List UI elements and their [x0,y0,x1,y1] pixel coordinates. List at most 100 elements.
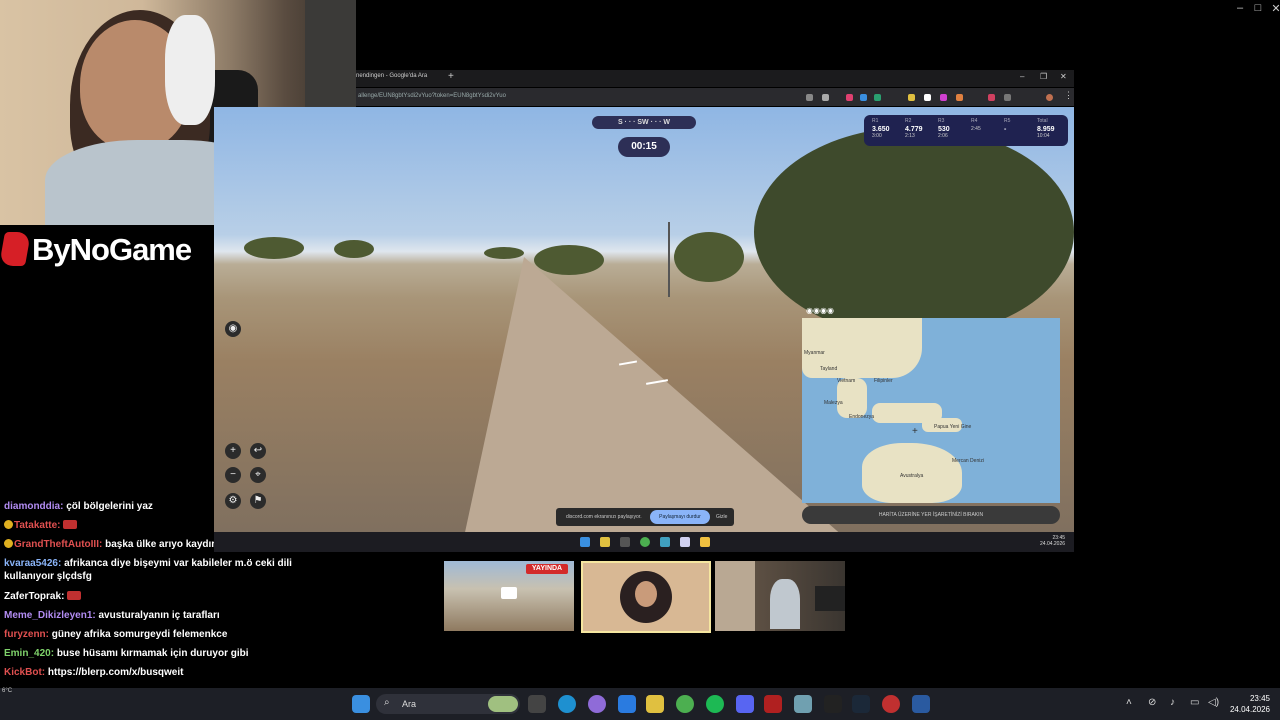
extensions-menu-icon[interactable] [1004,94,1011,101]
extension-icon[interactable] [874,94,881,101]
browser-minimize-icon[interactable]: – [1020,72,1024,81]
file-explorer-icon[interactable] [646,695,664,713]
round-points: 4.779 [905,126,923,133]
zoom-in-button[interactable]: + [225,443,241,459]
maximize-icon[interactable]: □ [1248,2,1268,14]
shared-screen-taskbar: 23:45 24.04.2026 [214,532,1074,552]
star-icon[interactable] [822,94,829,101]
extension-icon[interactable] [940,94,947,101]
app-icon[interactable] [912,695,930,713]
brand-mark-icon [0,232,31,266]
checkpoint-icon[interactable]: ◉ [225,321,241,337]
chrome-icon[interactable] [676,695,694,713]
chat-username[interactable]: kvaraa5426 [4,558,58,569]
weather-widget[interactable]: 6°C [2,688,12,694]
kebab-menu-icon[interactable]: ⋮ [1064,90,1073,101]
chat-text: çöl bölgelerini yaz [66,501,153,512]
weather-temp: 6°C [2,688,13,694]
extension-icon[interactable] [956,94,963,101]
address-bar[interactable]: allenge/EUN8gbtYsdi2vYuo?token=EUN8gbtYs… [356,88,1074,106]
app-icon[interactable] [794,695,812,713]
zoom-out-button[interactable]: − [225,467,241,483]
screen-share-icon [501,587,517,599]
webcam-thumbnail[interactable] [715,561,845,631]
extension-icon[interactable] [846,94,853,101]
windows-taskbar [0,688,1280,720]
chat-message: Meme_Dikizleyen1: avusturalyanın iç tara… [4,610,220,621]
browser-close-icon[interactable]: ✕ [1060,72,1067,81]
minimize-icon[interactable]: – [1230,2,1250,14]
hide-button[interactable]: Gizle [716,514,727,520]
terminal-icon [620,537,630,547]
live-badge: YAYINDA [526,564,568,574]
guess-map[interactable]: Myanmar Tayland Vietnam Filipinler Malez… [802,318,1060,503]
chat-message: ZaferToprak: [4,590,304,603]
extension-icon[interactable] [860,94,867,101]
clock-date: 24.04.2026 [1229,705,1270,714]
chat-username[interactable]: Tatakatte [14,520,57,531]
new-tab-icon[interactable]: + [448,71,454,82]
emote-icon [67,591,82,600]
browser-restore-icon[interactable]: ❐ [1040,72,1047,81]
steam-icon[interactable] [852,695,870,713]
close-icon[interactable]: ✕ [1266,2,1280,15]
volume-icon[interactable]: ◁) [1208,697,1219,708]
taskbar-search[interactable]: ⌕ Ara [376,694,520,714]
copilot-icon[interactable] [588,695,606,713]
map-size-icons[interactable]: ◉◉◉◉ [806,306,834,315]
round-label: R3 [938,118,945,124]
badge-icon [4,539,13,548]
score-cell: R3 530 2:06 [938,118,964,139]
pin-icon[interactable]: ⌖ [250,467,266,483]
flag-icon[interactable]: ⚑ [250,493,266,509]
round-time: 2:45 [971,126,981,132]
discord-icon[interactable] [736,695,754,713]
url-text[interactable]: allenge/EUN8gbtYsdi2vYuo?token=EUN8gbtYs… [358,93,506,99]
tray-chevron-icon[interactable]: ˄ [1126,697,1132,708]
extension-icon[interactable] [924,94,931,101]
extension-icon[interactable] [988,94,995,101]
guess-button[interactable]: HARİTA ÜZERİNE YER İŞARETİNİZİ BIRAKIN [802,506,1060,524]
app-icon[interactable] [882,695,900,713]
network-icon[interactable]: ⊘ [1148,697,1156,708]
task-view-icon[interactable] [528,695,546,713]
browser-tab[interactable]: nendingen - Google'da Ara [356,73,427,79]
round-points: 530 [938,126,950,133]
round-time: 2:13 [905,133,915,139]
store-icon[interactable] [618,695,636,713]
extension-icon[interactable] [908,94,915,101]
round-label: R2 [905,118,912,124]
chat-username[interactable]: furyzenn [4,629,46,640]
chat-username[interactable]: diamonddia [4,501,60,512]
taskbar-clock[interactable]: 23:45 24.04.2026 [1226,693,1270,715]
chat-username[interactable]: GrandTheftAutoIII [14,539,99,550]
epic-games-icon[interactable] [824,695,842,713]
chat-username[interactable]: KickBot [4,667,42,678]
browser-tab-bar: nendingen - Google'da Ara + – ❐ ✕ [356,70,1074,87]
display-icon[interactable]: ▭ [1190,697,1199,708]
chat-message: furyzenn: güney afrika somurgeydi feleme… [4,629,228,640]
stop-sharing-button[interactable]: Paylaşmayı durdur [650,510,710,524]
chat-message: Emin_420: buse hüsamı kırmamak için duru… [4,648,249,659]
chat-username[interactable]: Emin_420 [4,648,51,659]
share-icon[interactable] [806,94,813,101]
chat-text: https://blerp.com/x/busqweit [47,667,184,678]
spotify-icon[interactable] [706,695,724,713]
brand-logo: ByNoGame [0,226,214,274]
chat-username[interactable]: ZaferToprak [4,591,61,602]
round-time: 10:04 [1037,133,1050,139]
participant-avatar-thumbnail[interactable] [581,561,711,633]
map-label: Papua Yeni Gine [934,424,972,430]
settings-icon[interactable]: ⚙ [225,493,241,509]
score-cell: R1 3.650 3:00 [872,118,898,139]
profile-avatar[interactable] [1046,94,1053,101]
clock-time: 23:45 [1249,694,1270,703]
edge-icon[interactable] [558,695,576,713]
app-icon[interactable] [764,695,782,713]
microphone-icon[interactable]: ♪ [1170,697,1175,708]
crosshair-icon: + [912,426,918,437]
start-button[interactable] [352,695,370,713]
map-label: Endonezya [849,414,875,420]
undo-icon[interactable]: ↩ [250,443,266,459]
chat-username[interactable]: Meme_Dikizleyen1 [4,610,92,621]
